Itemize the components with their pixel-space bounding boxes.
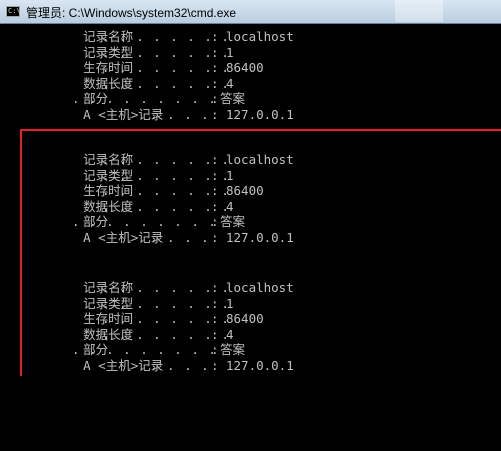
highlight-annotation-box bbox=[20, 129, 501, 376]
a-record-value: 127.0.0.1 bbox=[226, 106, 294, 122]
separator-colon: : bbox=[211, 60, 219, 75]
separator-colon: : bbox=[211, 75, 219, 91]
separator-colon: : bbox=[211, 29, 219, 44]
window-titlebar[interactable]: C:\ 管理员: C:\Windows\system32\cmd.exe bbox=[0, 0, 501, 24]
separator-colon: : bbox=[211, 91, 219, 106]
titlebar-glass-reflection bbox=[395, 0, 443, 22]
record-name-row: 记录名称 . . . . . . . . : localhost bbox=[38, 29, 294, 45]
cmd-icon: C:\ bbox=[6, 6, 21, 17]
ttl-value: 86400 bbox=[226, 60, 264, 75]
record-name-value: localhost bbox=[226, 29, 294, 44]
data-length-value: 4 bbox=[226, 75, 234, 91]
a-record-row: A <主机>记录 . . . . : 127.0.0.1 bbox=[38, 107, 294, 123]
section-value: 答案 bbox=[220, 91, 246, 106]
record-type-value: 1 bbox=[226, 44, 234, 60]
separator-colon: : bbox=[211, 106, 219, 122]
separator-colon: : bbox=[211, 44, 219, 60]
dns-record: 记录名称 . . . . . . . . : localhost 记录类型 . … bbox=[38, 29, 294, 123]
ttl-row: 生存时间 . . . . . . . . : 86400 bbox=[38, 60, 263, 76]
section-row: 部分 . . . . . . . . . : 答案 bbox=[38, 91, 245, 107]
data-length-row: 数据长度 . . . . . . . . : 4 bbox=[38, 76, 233, 92]
record-type-row: 记录类型 . . . . . . . . : 1 bbox=[38, 45, 233, 61]
window-title: 管理员: C:\Windows\system32\cmd.exe bbox=[26, 6, 237, 20]
leader-dots: . . . . . . . . . bbox=[72, 91, 217, 106]
leader-dots: . . . . bbox=[150, 106, 210, 122]
